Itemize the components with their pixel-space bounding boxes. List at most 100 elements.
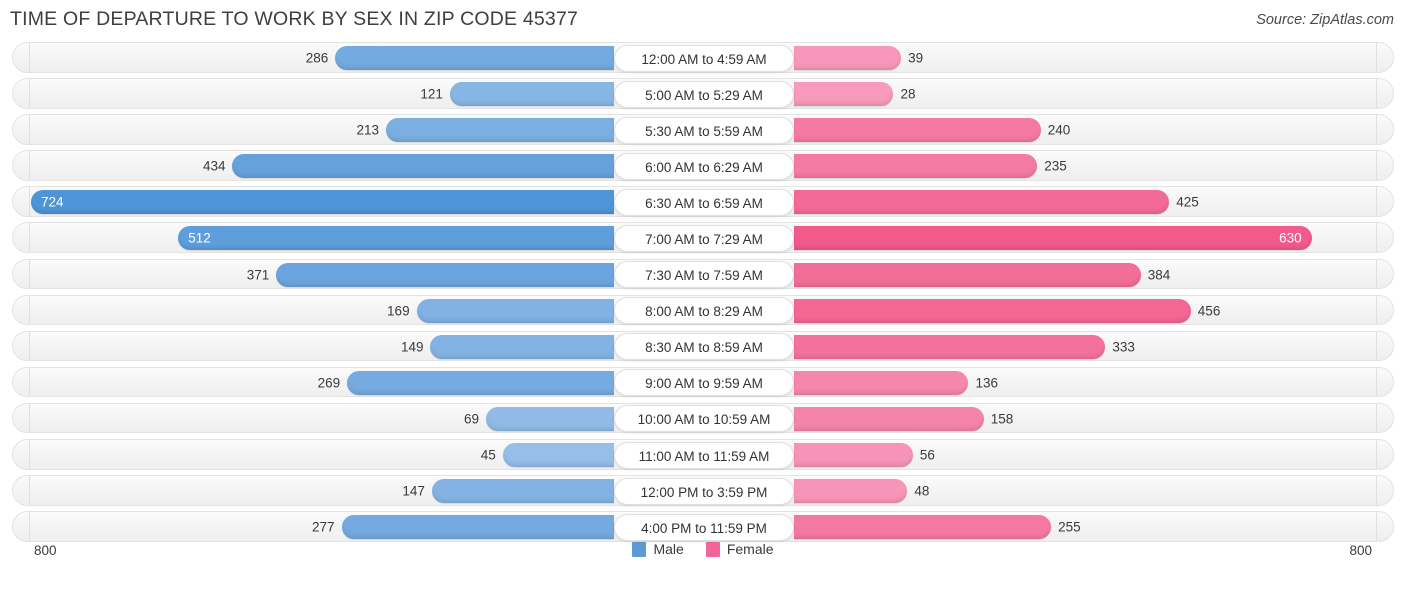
table-row: 213 240 5:30 AM to 5:59 AM <box>12 114 1394 145</box>
category-label: 5:30 AM to 5:59 AM <box>614 116 794 144</box>
category-label: 6:30 AM to 6:59 AM <box>614 188 794 216</box>
bar-value-male: 371 <box>246 266 270 282</box>
table-row: 69 158 10:00 AM to 10:59 AM <box>12 402 1394 434</box>
category-label: 8:00 AM to 8:29 AM <box>614 297 794 325</box>
bar-pair: 512 630 7:00 AM to 7:29 AM <box>13 223 1393 252</box>
legend-item-female[interactable]: Female <box>705 541 774 557</box>
category-label: 12:00 PM to 3:59 PM <box>614 477 794 505</box>
bar-male[interactable]: 371 <box>247 262 614 287</box>
bar-male[interactable]: 434 <box>203 154 614 179</box>
table-row: 269 136 9:00 AM to 9:59 AM <box>12 366 1394 398</box>
bar-male[interactable]: 213 <box>356 118 614 143</box>
bar-female[interactable]: 235 <box>794 154 1067 179</box>
bar-pair: 147 48 12:00 PM to 3:59 PM <box>13 476 1393 505</box>
category-label: 7:00 AM to 7:29 AM <box>614 224 794 252</box>
bar-female[interactable]: 56 <box>794 443 935 468</box>
bar-value-female: 235 <box>1044 158 1067 174</box>
category-label: 4:00 PM to 11:59 PM <box>614 513 794 541</box>
bar-value-male: 277 <box>312 519 335 535</box>
bar-value-female: 56 <box>919 447 935 463</box>
bar-value-female: 28 <box>900 86 916 102</box>
bar-female[interactable]: 136 <box>794 370 998 395</box>
bar-value-female: 240 <box>1047 122 1071 138</box>
bar-male[interactable]: 269 <box>318 370 614 395</box>
bar-value-male: 434 <box>202 158 226 174</box>
bar-pair: 169 456 8:00 AM to 8:29 AM <box>13 296 1393 325</box>
bar-value-female: 456 <box>1197 302 1221 318</box>
legend-swatch-female-icon <box>705 541 720 557</box>
bar-pair: 286 39 12:00 AM to 4:59 AM <box>13 43 1393 72</box>
bar-female[interactable]: 48 <box>794 479 929 504</box>
bar-pair: 213 240 5:30 AM to 5:59 AM <box>13 115 1393 144</box>
bar-male[interactable]: 147 <box>402 479 614 504</box>
bar-male[interactable]: 149 <box>401 334 614 359</box>
bar-value-male: 147 <box>402 483 425 499</box>
legend-item-male[interactable]: Male <box>632 541 684 557</box>
bar-value-male: 149 <box>400 339 424 354</box>
category-label: 7:30 AM to 7:59 AM <box>614 261 794 289</box>
bar-female[interactable]: 28 <box>794 82 915 107</box>
axis-label-right: 800 <box>1349 543 1372 558</box>
table-row: 169 456 8:00 AM to 8:29 AM <box>12 294 1394 326</box>
bar-male[interactable]: 45 <box>481 443 614 468</box>
category-label: 12:00 AM to 4:59 AM <box>614 44 794 72</box>
bar-value-female: 425 <box>1176 194 1199 210</box>
legend-label-male: Male <box>653 541 684 557</box>
category-label: 6:00 AM to 6:29 AM <box>614 152 794 180</box>
bar-value-female: 136 <box>975 375 999 391</box>
bar-pair: 371 384 7:30 AM to 7:59 AM <box>13 260 1393 289</box>
bar-male[interactable]: 286 <box>306 46 614 70</box>
bar-value-male: 286 <box>305 50 329 66</box>
table-row: 149 333 8:30 AM to 8:59 AM <box>12 330 1394 362</box>
bar-female[interactable]: 384 <box>794 262 1170 287</box>
table-row: 286 39 12:00 AM to 4:59 AM <box>12 42 1394 73</box>
bar-pair: 69 158 10:00 AM to 10:59 AM <box>13 404 1393 433</box>
bar-value-male: 69 <box>464 411 480 427</box>
table-row: 121 28 5:00 AM to 5:29 AM <box>12 78 1394 109</box>
bar-male[interactable]: 277 <box>312 515 614 540</box>
bar-pair: 149 333 8:30 AM to 8:59 AM <box>13 332 1393 361</box>
bar-pair: 724 425 6:30 AM to 6:59 AM <box>13 187 1393 216</box>
bar-female[interactable]: 39 <box>794 46 923 70</box>
bar-female[interactable]: 425 <box>794 190 1199 215</box>
page-title: TIME OF DEPARTURE TO WORK BY SEX IN ZIP … <box>10 8 579 30</box>
bar-male[interactable]: 121 <box>420 82 614 107</box>
chart-legend: Male Female <box>12 541 1394 557</box>
bar-male[interactable]: 169 <box>387 298 614 323</box>
bar-female[interactable]: 630 <box>794 226 1312 251</box>
bar-value-male: 724 <box>41 194 64 210</box>
category-label: 5:00 AM to 5:29 AM <box>614 80 794 108</box>
bar-value-male: 512 <box>188 230 211 246</box>
source-attribution: Source: ZipAtlas.com <box>1256 12 1394 28</box>
category-label: 11:00 AM to 11:59 AM <box>614 441 794 469</box>
bar-value-female: 255 <box>1058 519 1081 535</box>
bar-pair: 121 28 5:00 AM to 5:29 AM <box>13 79 1393 108</box>
table-row: 371 384 7:30 AM to 7:59 AM <box>12 258 1394 290</box>
bar-value-male: 45 <box>480 447 496 463</box>
bar-pair: 45 56 11:00 AM to 11:59 AM <box>13 440 1393 469</box>
bar-female[interactable]: 255 <box>794 515 1081 540</box>
bar-value-female: 39 <box>908 50 924 66</box>
bar-value-female: 158 <box>990 411 1014 427</box>
legend-label-female: Female <box>726 541 774 557</box>
table-row: 724 425 6:30 AM to 6:59 AM <box>12 186 1394 217</box>
category-label: 8:30 AM to 8:59 AM <box>614 333 794 361</box>
bar-male[interactable]: 512 <box>178 226 614 251</box>
category-label: 10:00 AM to 10:59 AM <box>614 405 794 433</box>
legend-swatch-male-icon <box>632 541 647 557</box>
table-row: 512 630 7:00 AM to 7:29 AM <box>12 222 1394 253</box>
bar-pair: 269 136 9:00 AM to 9:59 AM <box>13 368 1393 397</box>
bar-male[interactable]: 69 <box>464 406 614 431</box>
chart-header: TIME OF DEPARTURE TO WORK BY SEX IN ZIP … <box>0 0 1406 42</box>
bar-female[interactable]: 456 <box>794 298 1220 323</box>
chart-plot-area: 286 39 12:00 AM to 4:59 AM 121 28 5:00 AM to … <box>12 42 1394 542</box>
bar-row-list: 286 39 12:00 AM to 4:59 AM 121 28 5:00 AM to … <box>12 42 1394 542</box>
table-row: 45 56 11:00 AM to 11:59 AM <box>12 439 1394 470</box>
bar-female[interactable]: 333 <box>794 334 1135 359</box>
bar-female[interactable]: 240 <box>794 118 1070 143</box>
bar-value-female: 48 <box>914 483 930 499</box>
bar-male[interactable]: 724 <box>31 190 614 215</box>
bar-value-female: 384 <box>1147 266 1171 282</box>
bar-female[interactable]: 158 <box>794 406 1013 431</box>
bar-value-male: 269 <box>317 375 341 391</box>
